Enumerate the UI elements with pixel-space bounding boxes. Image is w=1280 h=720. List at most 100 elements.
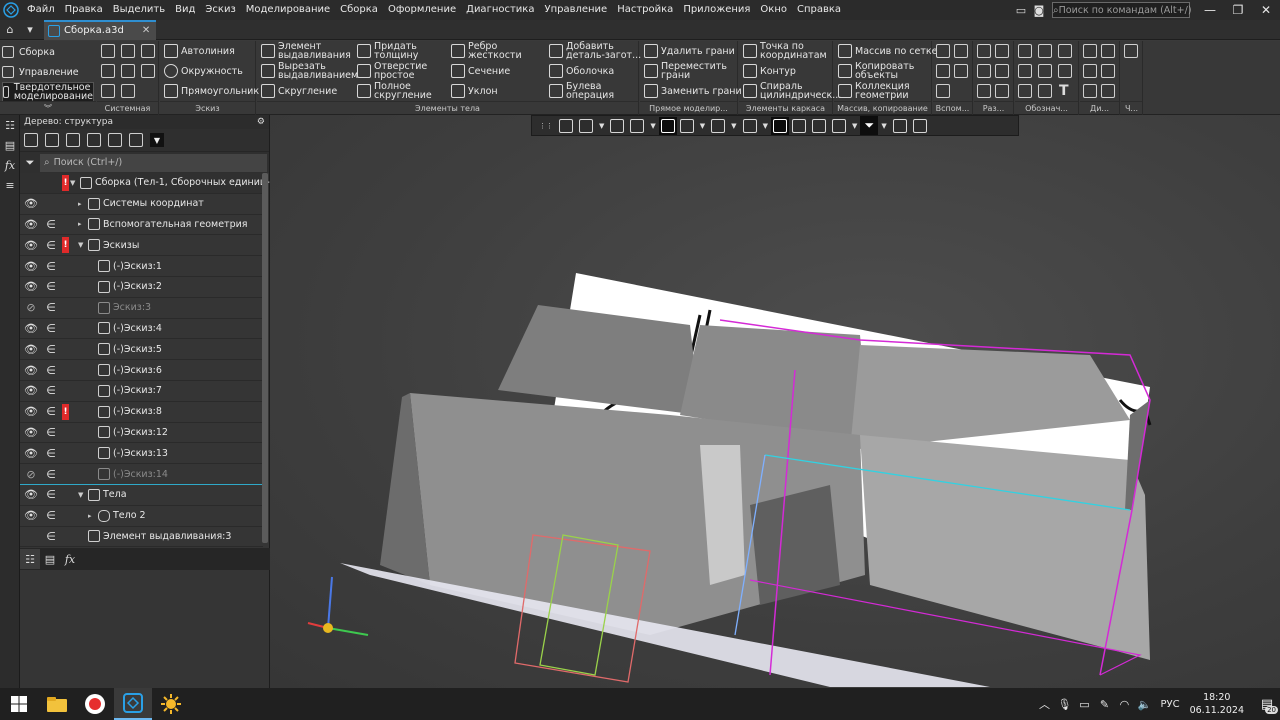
camera-icon[interactable]: ◙ bbox=[1030, 0, 1048, 20]
menu-help[interactable]: Справка bbox=[792, 0, 846, 20]
copy-objects-button[interactable]: Копировать объекты bbox=[838, 61, 919, 81]
position-icon[interactable] bbox=[1018, 84, 1032, 98]
yandex-browser-taskbar-icon[interactable] bbox=[76, 688, 114, 720]
properties-icon[interactable] bbox=[141, 64, 155, 78]
app-logo-icon[interactable] bbox=[0, 0, 22, 20]
tree-row-sketch[interactable]: 👁 ∈ (-)Эскиз:2 bbox=[20, 277, 263, 298]
diagnostic-icon-5[interactable] bbox=[1083, 84, 1097, 98]
tree-layers-icon[interactable] bbox=[108, 133, 122, 147]
tree-row-body[interactable]: 👁 ∈ ▸ Тело 2 bbox=[20, 506, 263, 527]
geometry-collection-button[interactable]: Коллекция геометрии bbox=[838, 81, 919, 101]
include-icon[interactable]: ∈ bbox=[44, 422, 58, 442]
wireframe-mode-icon[interactable] bbox=[679, 118, 694, 133]
redo-icon[interactable] bbox=[121, 84, 135, 98]
visibility-eye-icon[interactable]: 👁 bbox=[23, 318, 39, 338]
include-icon[interactable]: ∈ bbox=[44, 485, 58, 505]
wifi-icon[interactable]: ◠ bbox=[1114, 698, 1134, 711]
shell-button[interactable]: Оболочка bbox=[549, 61, 614, 81]
menu-settings[interactable]: Настройка bbox=[612, 0, 678, 20]
kompas-taskbar-icon[interactable] bbox=[114, 688, 152, 720]
section-button[interactable]: Сечение bbox=[451, 61, 510, 81]
close-tab-icon[interactable]: ✕ bbox=[142, 25, 150, 36]
collapse-arrow-icon[interactable]: ▼ bbox=[78, 241, 88, 249]
offset-plane-icon[interactable] bbox=[936, 64, 950, 78]
extrude-button[interactable]: Элемент выдавливания bbox=[261, 41, 358, 61]
draft-button[interactable]: Уклон bbox=[451, 81, 498, 101]
tree-row-sketch[interactable]: 👁 ∈ (-)Эскиз:4 bbox=[20, 319, 263, 340]
layers-icon[interactable]: ≡ bbox=[0, 175, 20, 195]
replace-faces-button[interactable]: Заменить грани bbox=[644, 81, 742, 101]
tray-expand-icon[interactable]: ︿ bbox=[1034, 696, 1054, 712]
tree-row-sketch-selected[interactable]: ⊘ ∈ (-)Эскиз:14 bbox=[20, 464, 263, 485]
axis-icon[interactable] bbox=[954, 44, 968, 58]
notifications-button[interactable]: ▤ 20 bbox=[1254, 688, 1280, 720]
include-icon[interactable]: ∈ bbox=[44, 339, 58, 359]
point-by-coords-button[interactable]: Точка по координатам bbox=[743, 41, 832, 61]
thicken-button[interactable]: Придать толщину bbox=[357, 41, 434, 61]
sketch-view-icon[interactable] bbox=[559, 118, 573, 133]
tree-scrollbar[interactable] bbox=[262, 173, 268, 543]
visibility-eye-icon[interactable]: 👁 bbox=[23, 194, 39, 214]
save-file-icon[interactable] bbox=[141, 44, 155, 58]
contour-button[interactable]: Контур bbox=[743, 61, 796, 81]
radius-dim-icon[interactable] bbox=[977, 64, 991, 78]
tree-row-sketch-hidden[interactable]: ⊘ ∈ Эскиз:3 bbox=[20, 298, 263, 319]
menu-assembly[interactable]: Сборка bbox=[335, 0, 383, 20]
filter-selection-icon[interactable]: ⏷ bbox=[862, 118, 876, 133]
expand-arrow-icon[interactable]: ▸ bbox=[78, 220, 88, 228]
tree-view-operations-icon[interactable] bbox=[45, 133, 59, 147]
visibility-eye-icon[interactable]: 👁 bbox=[23, 506, 39, 526]
boolean-button[interactable]: Булева операция bbox=[549, 81, 626, 101]
visibility-eye-icon[interactable]: 👁 bbox=[23, 381, 39, 401]
drawing-icon[interactable] bbox=[1124, 44, 1138, 58]
tree-tab-icon[interactable]: ☷ bbox=[20, 549, 40, 569]
tree-row-sketch[interactable]: 👁 ∈ (-)Эскиз:12 bbox=[20, 423, 263, 444]
menu-design[interactable]: Оформление bbox=[383, 0, 461, 20]
expand-arrow-icon[interactable]: ▸ bbox=[88, 512, 98, 520]
undo-icon[interactable] bbox=[101, 84, 115, 98]
hide-icon[interactable] bbox=[711, 118, 726, 133]
menu-file[interactable]: Файл bbox=[22, 0, 60, 20]
document-tab[interactable]: Сборка.a3d ✕ bbox=[44, 19, 157, 40]
properties-tab-icon[interactable]: ▤ bbox=[40, 549, 60, 569]
move-faces-button[interactable]: Переместить грани bbox=[644, 61, 731, 81]
tree-row-coordinate-systems[interactable]: 👁 ▸ Системы координат bbox=[20, 194, 263, 215]
mark-icon[interactable] bbox=[1058, 64, 1072, 78]
include-icon[interactable]: ∈ bbox=[44, 214, 58, 234]
volume-icon[interactable]: 🔈 bbox=[1134, 698, 1154, 711]
tree-row-sketch[interactable]: 👁 ∈ (-)Эскиз:5 bbox=[20, 339, 263, 361]
tree-dropdown-icon[interactable]: ▼ bbox=[150, 133, 164, 147]
delete-faces-button[interactable]: Удалить грани bbox=[644, 41, 735, 61]
filter-icon[interactable]: ⏷ bbox=[20, 156, 40, 170]
tree-row-sketch[interactable]: 👁 ∈ (-)Эскиз:7 bbox=[20, 381, 263, 402]
include-icon[interactable]: ∈ bbox=[44, 256, 58, 276]
tree-select-icon[interactable] bbox=[87, 133, 101, 147]
language-indicator[interactable]: РУС bbox=[1160, 699, 1179, 710]
filter-dropdown-icon[interactable]: ▼ bbox=[881, 122, 886, 130]
table-icon[interactable] bbox=[1038, 84, 1052, 98]
orientation-dropdown-icon[interactable]: ▼ bbox=[650, 122, 655, 130]
microphone-icon[interactable]: 🎙 bbox=[1054, 698, 1074, 711]
start-button[interactable] bbox=[0, 688, 38, 720]
mode-management[interactable]: Управление bbox=[2, 62, 94, 82]
tree-row-aux-geometry[interactable]: 👁 ∈ ▸ Вспомогательная геометрия bbox=[20, 215, 263, 236]
menu-apps[interactable]: Приложения bbox=[678, 0, 755, 20]
rectangle-button[interactable]: Прямоугольник bbox=[164, 81, 259, 101]
menu-sketch[interactable]: Эскиз bbox=[200, 0, 240, 20]
zoom-icon[interactable] bbox=[579, 118, 593, 133]
tree-view-structure-icon[interactable] bbox=[24, 133, 38, 147]
helix-button[interactable]: Спираль цилиндрическ... bbox=[743, 81, 841, 101]
add-blank-button[interactable]: Добавить деталь-загот... bbox=[549, 41, 642, 61]
visibility-eye-icon[interactable]: 👁 bbox=[23, 277, 39, 297]
pen-icon[interactable]: ✎ bbox=[1094, 698, 1114, 711]
visibility-eye-icon[interactable]: 👁 bbox=[23, 422, 39, 442]
section-view-icon[interactable] bbox=[742, 118, 757, 133]
roughness-icon[interactable] bbox=[1038, 44, 1052, 58]
diagnostic-icon-3[interactable] bbox=[1083, 64, 1097, 78]
include-icon[interactable]: ∈ bbox=[44, 506, 58, 526]
fillet-button[interactable]: Скругление bbox=[261, 81, 337, 101]
home-icon[interactable]: ⌂ bbox=[0, 20, 20, 40]
copy-view-icon[interactable] bbox=[791, 118, 806, 133]
datum-icon[interactable] bbox=[1038, 64, 1052, 78]
full-fillet-button[interactable]: Полное скругление bbox=[357, 81, 434, 101]
